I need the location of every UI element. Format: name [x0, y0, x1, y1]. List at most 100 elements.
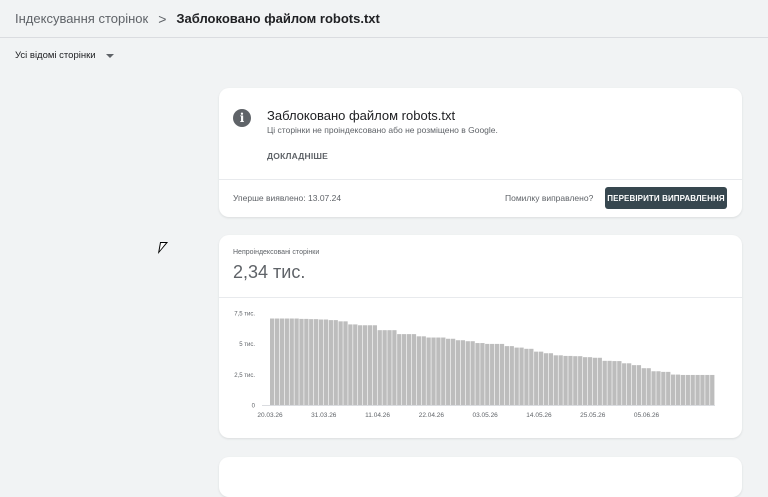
chart-bar[interactable] — [460, 340, 465, 405]
chart-bar[interactable] — [680, 374, 686, 405]
chart-bar[interactable] — [397, 334, 402, 405]
chart-bar[interactable] — [274, 318, 280, 405]
chart-bar[interactable] — [333, 320, 338, 405]
chart-bar[interactable] — [279, 318, 285, 405]
chart-bar[interactable] — [656, 371, 661, 405]
chart-bar[interactable] — [353, 324, 358, 405]
chart-bar[interactable] — [529, 348, 534, 405]
chart-bar[interactable] — [617, 361, 622, 405]
chart-bar[interactable] — [563, 355, 568, 405]
chart-bar[interactable] — [504, 346, 510, 405]
chart-bar[interactable] — [387, 330, 392, 405]
validate-fix-button[interactable]: ПЕРЕВІРИТИ ВИПРАВЛЕННЯ — [605, 187, 727, 209]
chart-bar[interactable] — [421, 336, 426, 405]
info-icon: i — [233, 109, 251, 127]
chart-bar[interactable] — [695, 374, 700, 405]
chart-bar[interactable] — [597, 357, 602, 405]
chart-bar[interactable] — [455, 340, 461, 405]
chart-bar[interactable] — [710, 374, 715, 405]
chart-bar[interactable] — [284, 318, 289, 405]
chart-bar[interactable] — [338, 321, 343, 405]
divider — [219, 179, 742, 180]
chart-bar[interactable] — [524, 348, 529, 405]
chart-bar[interactable] — [480, 343, 485, 405]
chart-bar[interactable] — [519, 347, 524, 405]
chart-bar[interactable] — [670, 374, 676, 405]
chart-bar[interactable] — [622, 363, 627, 405]
chart-bar[interactable] — [323, 319, 329, 406]
chart-bar[interactable] — [426, 337, 431, 405]
chart-bar[interactable] — [582, 357, 588, 405]
chart-bar[interactable] — [318, 319, 324, 406]
chart-bar[interactable] — [636, 365, 642, 405]
chart-bar[interactable] — [446, 338, 451, 405]
metric-value: 2,34 тис. — [233, 262, 306, 282]
chart-bar[interactable] — [651, 371, 656, 405]
breadcrumb-parent-link[interactable]: Індексування сторінок — [15, 11, 148, 26]
chart-bar[interactable] — [558, 355, 563, 405]
chart-bar[interactable] — [314, 319, 319, 405]
chart-bar[interactable] — [509, 346, 514, 405]
chart-bar[interactable] — [553, 355, 558, 405]
chart-bar[interactable] — [343, 321, 348, 405]
chart-bar[interactable] — [666, 371, 671, 405]
chart-bar[interactable] — [675, 374, 681, 405]
chart-bar[interactable] — [499, 343, 505, 405]
chart-bar[interactable] — [705, 374, 710, 405]
chart-bar[interactable] — [490, 343, 495, 405]
x-tick-label: 14.05.26 — [526, 412, 552, 419]
chart-bar[interactable] — [294, 318, 299, 405]
chart-bar[interactable] — [587, 357, 593, 405]
chart-bar[interactable] — [362, 325, 368, 405]
chart-bar[interactable] — [607, 360, 612, 405]
chart-bar[interactable] — [548, 353, 554, 405]
chart-bar[interactable] — [661, 371, 666, 405]
chart-bar[interactable] — [475, 343, 480, 405]
chart-bar[interactable] — [441, 337, 446, 405]
chart-bar[interactable] — [626, 363, 632, 405]
chart-bar[interactable] — [494, 343, 500, 405]
chart-bar[interactable] — [543, 353, 549, 405]
chart-bar[interactable] — [348, 324, 353, 405]
chart-bar[interactable] — [372, 325, 377, 405]
chart-bar[interactable] — [309, 319, 314, 405]
learn-more-link[interactable]: ДОКЛАДНІШЕ — [267, 151, 328, 161]
chart-bar[interactable] — [411, 334, 417, 405]
chart-bar[interactable] — [538, 351, 544, 405]
pages-filter-dropdown[interactable]: Усі відомі сторінки — [15, 50, 114, 61]
chart-bar[interactable] — [514, 347, 519, 405]
chart-bar[interactable] — [328, 320, 333, 405]
chart-bar[interactable] — [299, 318, 304, 405]
chart-bar[interactable] — [406, 334, 412, 405]
chart-bar[interactable] — [612, 361, 617, 405]
chart-bar[interactable] — [367, 325, 373, 405]
chart-bar[interactable] — [358, 325, 363, 405]
chart-bar[interactable] — [641, 368, 646, 405]
chart-bar[interactable] — [685, 374, 690, 405]
chart-bar[interactable] — [465, 341, 470, 405]
chart-bar[interactable] — [270, 318, 275, 405]
chart-bar[interactable] — [631, 365, 637, 405]
chart-bar[interactable] — [573, 356, 578, 405]
chart-bar[interactable] — [431, 337, 436, 405]
chart-bar[interactable] — [534, 351, 539, 405]
chart-bar[interactable] — [377, 330, 382, 405]
chart-bar[interactable] — [568, 355, 573, 405]
chart-bar[interactable] — [485, 343, 490, 405]
chart-bar[interactable] — [646, 368, 651, 405]
chart-bar[interactable] — [416, 336, 421, 405]
chart-bar[interactable] — [578, 356, 583, 405]
chart-bar[interactable] — [392, 330, 397, 405]
chart-bar[interactable] — [470, 341, 475, 405]
chart-bar[interactable] — [602, 360, 607, 405]
chart-bar[interactable] — [436, 337, 441, 405]
chart-bar[interactable] — [402, 334, 407, 405]
chart-bar[interactable] — [700, 374, 705, 405]
chart-bar[interactable] — [289, 318, 294, 405]
chart-bar[interactable] — [450, 338, 456, 405]
x-tick-label: 20.03.26 — [257, 412, 283, 419]
chart-bar[interactable] — [690, 374, 695, 405]
chart-bar[interactable] — [592, 357, 598, 405]
chart-bar[interactable] — [304, 318, 309, 405]
chart-bar[interactable] — [382, 330, 387, 405]
